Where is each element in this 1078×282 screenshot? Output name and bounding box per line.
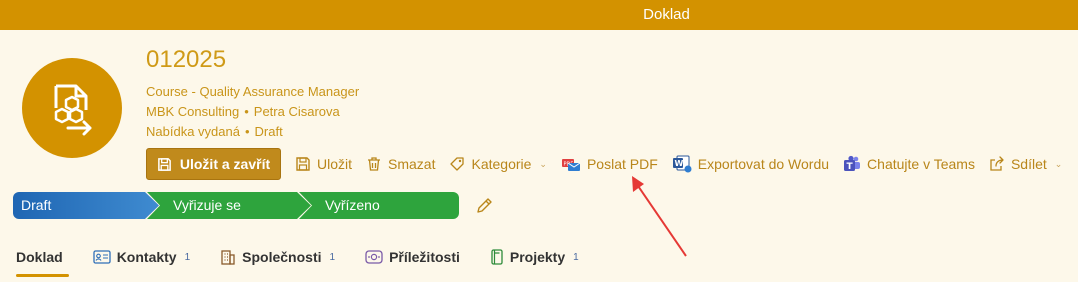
tab-doklad[interactable]: Doklad <box>16 243 69 277</box>
pencil-icon[interactable] <box>475 197 495 215</box>
building-icon <box>221 250 235 265</box>
save-button[interactable]: Uložit <box>295 148 352 180</box>
record-status-line: Nabídka vydaná • Draft <box>146 124 283 139</box>
separator: • <box>244 124 250 139</box>
tab-label: Příležitosti <box>389 249 460 265</box>
document-boxes-icon <box>54 84 92 136</box>
tab-spolecnosti[interactable]: Společnosti 1 <box>220 243 335 271</box>
record-company[interactable]: MBK Consulting <box>146 104 239 119</box>
tab-label: Kontakty <box>116 249 177 265</box>
save-icon <box>296 157 310 171</box>
record-state: Draft <box>254 124 283 139</box>
opportunity-icon <box>365 250 383 264</box>
teams-chat-label: Chatujte v Teams <box>867 156 975 172</box>
count-badge: 1 <box>184 251 191 263</box>
window-title: Doklad <box>643 6 690 23</box>
share-label: Sdílet <box>1010 156 1047 172</box>
tab-prilezitosti[interactable]: Příležitosti <box>365 243 460 271</box>
record-tabs: Doklad Kontakty 1 Společnosti 1 Příležit… <box>16 243 609 279</box>
teams-chat-button[interactable]: T Chatujte v Teams <box>843 148 975 180</box>
share-dropdown[interactable]: Sdílet ⌄ <box>989 148 1062 180</box>
count-badge: 1 <box>573 251 579 263</box>
record-offer-status: Nabídka vydaná <box>146 124 240 139</box>
save-close-button[interactable]: Uložit a zavřít <box>146 148 281 180</box>
share-icon <box>990 156 1004 171</box>
annotation-arrow <box>632 176 687 257</box>
save-close-label: Uložit a zavřít <box>179 156 271 172</box>
stage-label: Vyřizuje se <box>173 197 241 213</box>
stage-in-progress[interactable]: Vyřizuje se <box>147 192 311 219</box>
contact-card-icon <box>93 250 111 264</box>
record-avatar <box>22 58 122 158</box>
delete-button[interactable]: Smazat <box>366 148 435 180</box>
stage-draft[interactable]: Draft <box>13 192 159 219</box>
tab-projekty[interactable]: Projekty 1 <box>490 243 579 271</box>
teams-icon: T <box>844 155 861 172</box>
notebook-icon <box>491 249 503 265</box>
stage-progress-bar: Draft Vyřizuje se Vyřízeno <box>13 192 459 219</box>
svg-text:W: W <box>674 159 683 168</box>
pdf-mail-icon: PDF <box>561 159 581 171</box>
command-toolbar: Uložit a zavřít Uložit Smazat Kategorie … <box>146 148 1062 180</box>
record-contact[interactable]: Petra Cisarova <box>254 104 340 119</box>
stage-label: Draft <box>21 197 52 213</box>
delete-label: Smazat <box>388 156 436 172</box>
stage-done[interactable]: Vyřízeno <box>299 192 459 219</box>
save-label: Uložit <box>317 156 353 172</box>
separator: • <box>244 104 249 119</box>
tab-label: Společnosti <box>242 249 322 265</box>
window-title-bar: Doklad <box>0 0 1078 30</box>
tab-label: Doklad <box>16 249 63 265</box>
tab-label: Projekty <box>509 249 566 265</box>
tab-kontakty[interactable]: Kontakty 1 <box>93 243 190 271</box>
export-word-label: Exportovat do Wordu <box>697 156 830 172</box>
record-company-line: MBK Consulting • Petra Cisarova <box>146 104 340 119</box>
chevron-down-icon: ⌄ <box>539 158 547 169</box>
record-name: Course - Quality Assurance Manager <box>146 84 360 99</box>
svg-text:T: T <box>847 162 854 172</box>
category-dropdown[interactable]: Kategorie ⌄ <box>449 148 547 180</box>
record-number: 012025 <box>146 46 227 73</box>
tag-icon <box>450 157 465 171</box>
chevron-down-icon: ⌄ <box>1054 158 1063 169</box>
stage-label: Vyřízeno <box>325 197 380 213</box>
count-badge: 1 <box>329 251 336 263</box>
save-icon <box>158 157 171 171</box>
trash-icon <box>368 157 381 171</box>
category-label: Kategorie <box>471 156 532 172</box>
